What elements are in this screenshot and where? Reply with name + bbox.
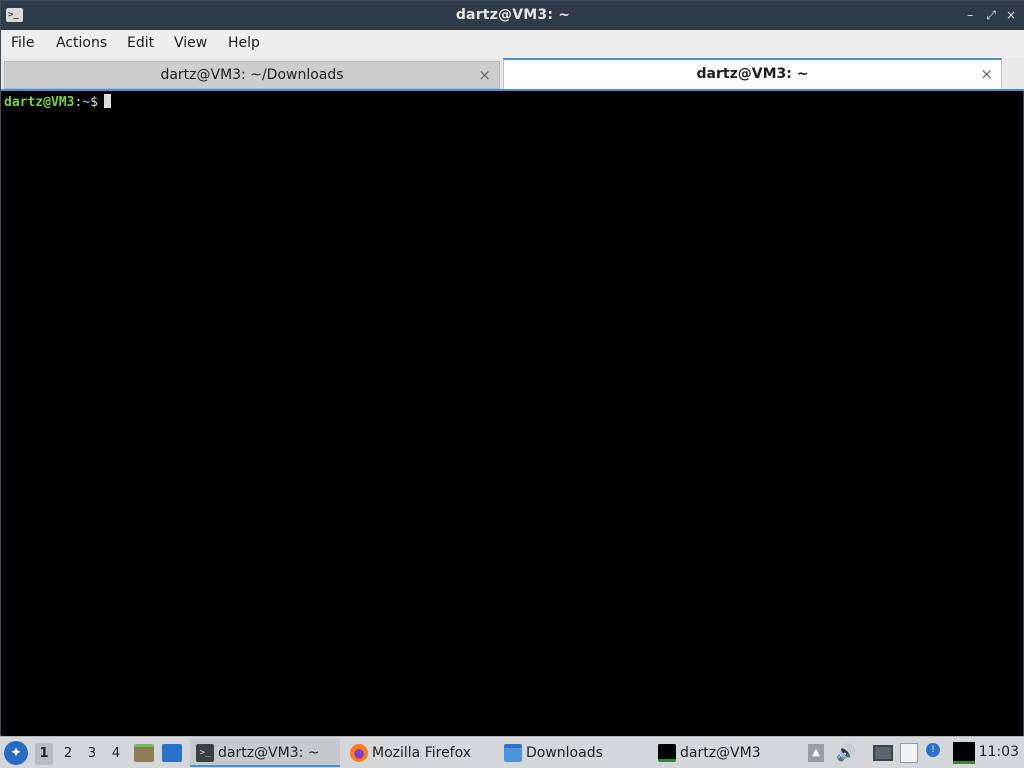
terminal-monitor-icon bbox=[658, 744, 676, 762]
task-firefox[interactable]: Mozilla Firefox bbox=[344, 739, 494, 767]
clock[interactable]: 11:03 bbox=[979, 744, 1019, 760]
network-icon[interactable] bbox=[873, 745, 893, 761]
task-terminal-monitor[interactable]: dartz@VM3 bbox=[652, 739, 792, 767]
tab-bar: dartz@VM3: ~/Downloads × dartz@VM3: ~ × bbox=[1, 58, 1024, 91]
tab-home[interactable]: dartz@VM3: ~ × bbox=[503, 58, 1002, 90]
task-label: Mozilla Firefox bbox=[372, 745, 472, 761]
workspace-1[interactable]: 1 bbox=[35, 743, 53, 765]
cpu-monitor-icon[interactable] bbox=[953, 742, 975, 764]
prompt-path: ~ bbox=[82, 95, 91, 110]
menu-actions[interactable]: Actions bbox=[56, 35, 107, 51]
workspace-2[interactable]: 2 bbox=[59, 743, 77, 765]
menu-help[interactable]: Help bbox=[228, 35, 260, 51]
prompt-line: dartz@VM3:~$ bbox=[4, 94, 111, 110]
close-button[interactable]: × bbox=[1003, 6, 1019, 24]
title-bar[interactable]: >_ dartz@VM3: ~ – ⤢ × bbox=[1, 1, 1024, 30]
minimize-button[interactable]: – bbox=[962, 6, 978, 24]
menu-bar: File Actions Edit View Help bbox=[1, 30, 1024, 58]
tab-close-icon[interactable]: × bbox=[980, 60, 993, 88]
up-arrow-icon[interactable]: ▲ bbox=[808, 744, 824, 762]
task-terminal-home[interactable]: >_ dartz@VM3: ~ bbox=[190, 739, 340, 767]
clipboard-icon[interactable] bbox=[900, 743, 918, 763]
notification-icon[interactable]: ! bbox=[926, 743, 940, 757]
volume-icon[interactable]: 🔊 bbox=[836, 743, 856, 763]
prompt-symbol: $ bbox=[90, 95, 98, 110]
tab-label: dartz@VM3: ~ bbox=[696, 66, 809, 82]
file-manager-icon[interactable] bbox=[134, 744, 154, 762]
menu-edit[interactable]: Edit bbox=[127, 35, 154, 51]
terminal-icon: >_ bbox=[196, 744, 214, 762]
firefox-icon bbox=[350, 744, 368, 762]
folder-icon bbox=[504, 744, 522, 762]
show-desktop-icon[interactable] bbox=[162, 744, 182, 762]
task-label: Downloads bbox=[526, 745, 603, 761]
workspace-3[interactable]: 3 bbox=[83, 743, 101, 765]
tab-label: dartz@VM3: ~/Downloads bbox=[160, 67, 344, 83]
window-title: dartz@VM3: ~ bbox=[455, 7, 571, 23]
menu-file[interactable]: File bbox=[11, 35, 34, 51]
workspace-4[interactable]: 4 bbox=[107, 743, 125, 765]
prompt-user: dartz@VM3 bbox=[4, 95, 75, 110]
tab-close-icon[interactable]: × bbox=[478, 62, 491, 88]
task-label: dartz@VM3: ~ bbox=[218, 745, 320, 761]
taskbar: ✦ 1 2 3 4 >_ dartz@VM3: ~ Mozilla Firefo… bbox=[0, 736, 1024, 768]
terminal-window: >_ dartz@VM3: ~ – ⤢ × File Actions Edit … bbox=[0, 0, 1024, 736]
text-cursor bbox=[103, 94, 111, 108]
maximize-button[interactable]: ⤢ bbox=[983, 6, 999, 24]
tab-downloads[interactable]: dartz@VM3: ~/Downloads × bbox=[4, 61, 500, 89]
task-downloads[interactable]: Downloads bbox=[498, 739, 648, 767]
task-label: dartz@VM3 bbox=[680, 745, 761, 761]
start-menu-icon[interactable]: ✦ bbox=[4, 741, 28, 765]
terminal-area[interactable]: dartz@VM3:~$ bbox=[2, 91, 1023, 736]
menu-view[interactable]: View bbox=[174, 35, 207, 51]
